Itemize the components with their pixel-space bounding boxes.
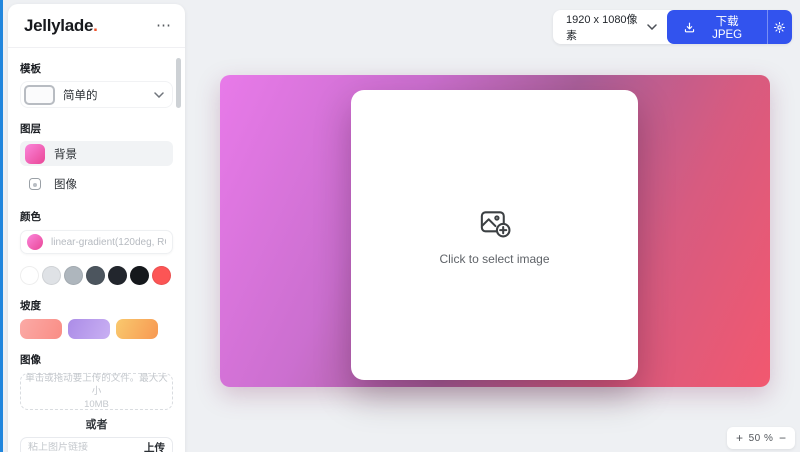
top-toolbar: 1920 x 1080像素 下载 JPEG	[553, 10, 792, 44]
layer-label: 图像	[54, 176, 77, 192]
template-thumbnail	[24, 85, 55, 105]
color-swatch[interactable]	[20, 266, 39, 285]
zoom-control: + 50 % −	[727, 427, 795, 449]
gradient-pill[interactable]	[68, 319, 110, 339]
window-edge	[0, 0, 3, 452]
image-plus-icon	[476, 205, 514, 243]
color-section-label: 颜色	[20, 209, 173, 224]
logo-dot: .	[93, 16, 97, 35]
zoom-out-button[interactable]: −	[779, 432, 786, 444]
color-value-field[interactable]: linear-gradient(120deg, RGBA	[20, 230, 173, 254]
download-jpeg-button[interactable]: 下载 JPEG	[667, 10, 767, 44]
download-button-label: 下载 JPEG	[703, 13, 751, 41]
chevron-down-icon	[154, 92, 164, 98]
image-link-input[interactable]	[28, 442, 144, 452]
image-section-label: 图像	[20, 352, 173, 367]
image-placeholder-card[interactable]: Click to select image	[351, 90, 638, 380]
zoom-in-button[interactable]: +	[736, 432, 743, 444]
canvas-size-select[interactable]: 1920 x 1080像素	[553, 10, 667, 44]
sidebar: Jellylade. ⋯ 模板 简单的 图层 背景 图像 颜色 linear-g…	[8, 4, 185, 452]
gradient-pill[interactable]	[20, 319, 62, 339]
settings-button[interactable]	[767, 10, 792, 44]
layer-item-image[interactable]: 图像	[20, 171, 173, 196]
color-preview-circle	[27, 234, 43, 250]
dropzone-size-limit: 10MB	[84, 398, 109, 411]
template-selected-value: 简单的	[63, 87, 146, 103]
more-menu-icon[interactable]: ⋯	[156, 18, 171, 33]
layer-item-background[interactable]: 背景	[20, 141, 173, 166]
image-layer-icon	[29, 178, 41, 190]
upload-button[interactable]: 上传	[144, 440, 165, 452]
image-link-row: 上传	[20, 437, 173, 452]
background-layer-swatch	[25, 144, 45, 164]
slope-section-label: 坡度	[20, 298, 173, 313]
color-swatch[interactable]	[108, 266, 127, 285]
sidebar-scrollbar-thumb[interactable]	[176, 58, 181, 108]
template-select[interactable]: 简单的	[20, 81, 173, 108]
color-swatch-row	[20, 266, 173, 285]
color-swatch[interactable]	[152, 266, 171, 285]
color-value-text: linear-gradient(120deg, RGBA	[51, 237, 166, 248]
dropzone-text: 单击或拖动要上传的文件。最大大小	[21, 372, 172, 398]
layer-label: 背景	[54, 146, 77, 162]
file-dropzone[interactable]: 单击或拖动要上传的文件。最大大小 10MB	[20, 373, 173, 410]
color-swatch[interactable]	[86, 266, 105, 285]
or-divider-text: 或者	[20, 416, 173, 432]
download-button-group: 下载 JPEG	[667, 10, 792, 44]
color-swatch[interactable]	[130, 266, 149, 285]
template-section-label: 模板	[20, 61, 173, 76]
image-placeholder-caption: Click to select image	[439, 252, 549, 266]
sidebar-header: Jellylade. ⋯	[8, 4, 185, 48]
gear-icon	[773, 21, 786, 34]
layers-section-label: 图层	[20, 121, 173, 136]
app-logo: Jellylade.	[24, 16, 98, 36]
gradient-pill[interactable]	[116, 319, 158, 339]
design-canvas[interactable]: Click to select image	[220, 75, 770, 387]
color-swatch[interactable]	[42, 266, 61, 285]
canvas-size-value: 1920 x 1080像素	[566, 11, 640, 43]
color-swatch[interactable]	[64, 266, 83, 285]
download-icon	[683, 21, 696, 34]
zoom-level-value: 50 %	[749, 433, 774, 444]
chevron-down-icon	[647, 24, 657, 30]
gradient-pill-row	[20, 319, 173, 339]
